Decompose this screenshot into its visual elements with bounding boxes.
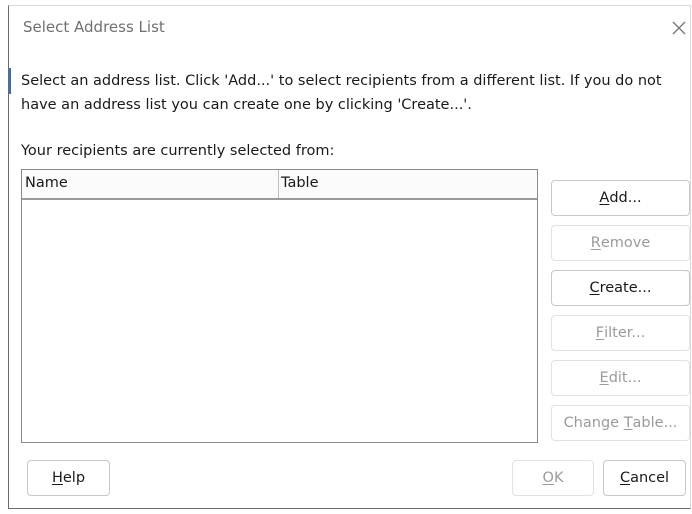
change-table-button[interactable]: Change Table... xyxy=(551,405,690,441)
change-table-button-mnemonic: T xyxy=(623,415,633,431)
edit-button-mnemonic: E xyxy=(599,370,609,386)
filter-button-label: ilter... xyxy=(604,325,646,341)
add-button-mnemonic: A xyxy=(599,190,610,206)
ok-button[interactable]: OK xyxy=(512,460,594,496)
edit-button-label: dit... xyxy=(608,370,642,386)
remove-button[interactable]: Remove xyxy=(551,225,690,261)
help-button[interactable]: Help xyxy=(27,460,110,496)
address-list-table[interactable]: Name Table xyxy=(21,169,538,443)
column-header-table[interactable]: Table xyxy=(279,170,537,198)
close-icon[interactable] xyxy=(669,18,689,38)
intro-text: Select an address list. Click 'Add...' t… xyxy=(21,73,662,113)
ok-button-mnemonic: O xyxy=(542,470,554,486)
change-table-button-label: able... xyxy=(632,415,678,431)
create-button[interactable]: Create... xyxy=(551,270,690,306)
help-button-mnemonic: H xyxy=(51,470,63,486)
change-table-button-prefix: Change xyxy=(563,415,624,431)
dialog-title: Select Address List xyxy=(23,18,165,36)
remove-button-label: emove xyxy=(600,235,651,251)
cancel-button-mnemonic: C xyxy=(619,470,631,486)
create-button-mnemonic: C xyxy=(589,280,600,296)
edit-button[interactable]: Edit... xyxy=(551,360,690,396)
help-button-label: elp xyxy=(62,470,86,486)
cancel-button-label: ancel xyxy=(630,470,670,486)
column-header-name[interactable]: Name xyxy=(22,170,279,198)
filter-button[interactable]: Filter... xyxy=(551,315,690,351)
ok-button-label: K xyxy=(553,470,564,486)
remove-button-mnemonic: R xyxy=(590,235,601,251)
add-button-label: dd... xyxy=(609,190,642,206)
add-button[interactable]: Add... xyxy=(551,180,690,216)
table-header: Name Table xyxy=(22,170,537,200)
current-source-label: Your recipients are currently selected f… xyxy=(21,143,335,159)
cancel-button[interactable]: Cancel xyxy=(603,460,686,496)
create-button-label: reate... xyxy=(599,280,652,296)
filter-button-mnemonic: F xyxy=(595,325,605,341)
focus-indicator xyxy=(9,68,11,94)
